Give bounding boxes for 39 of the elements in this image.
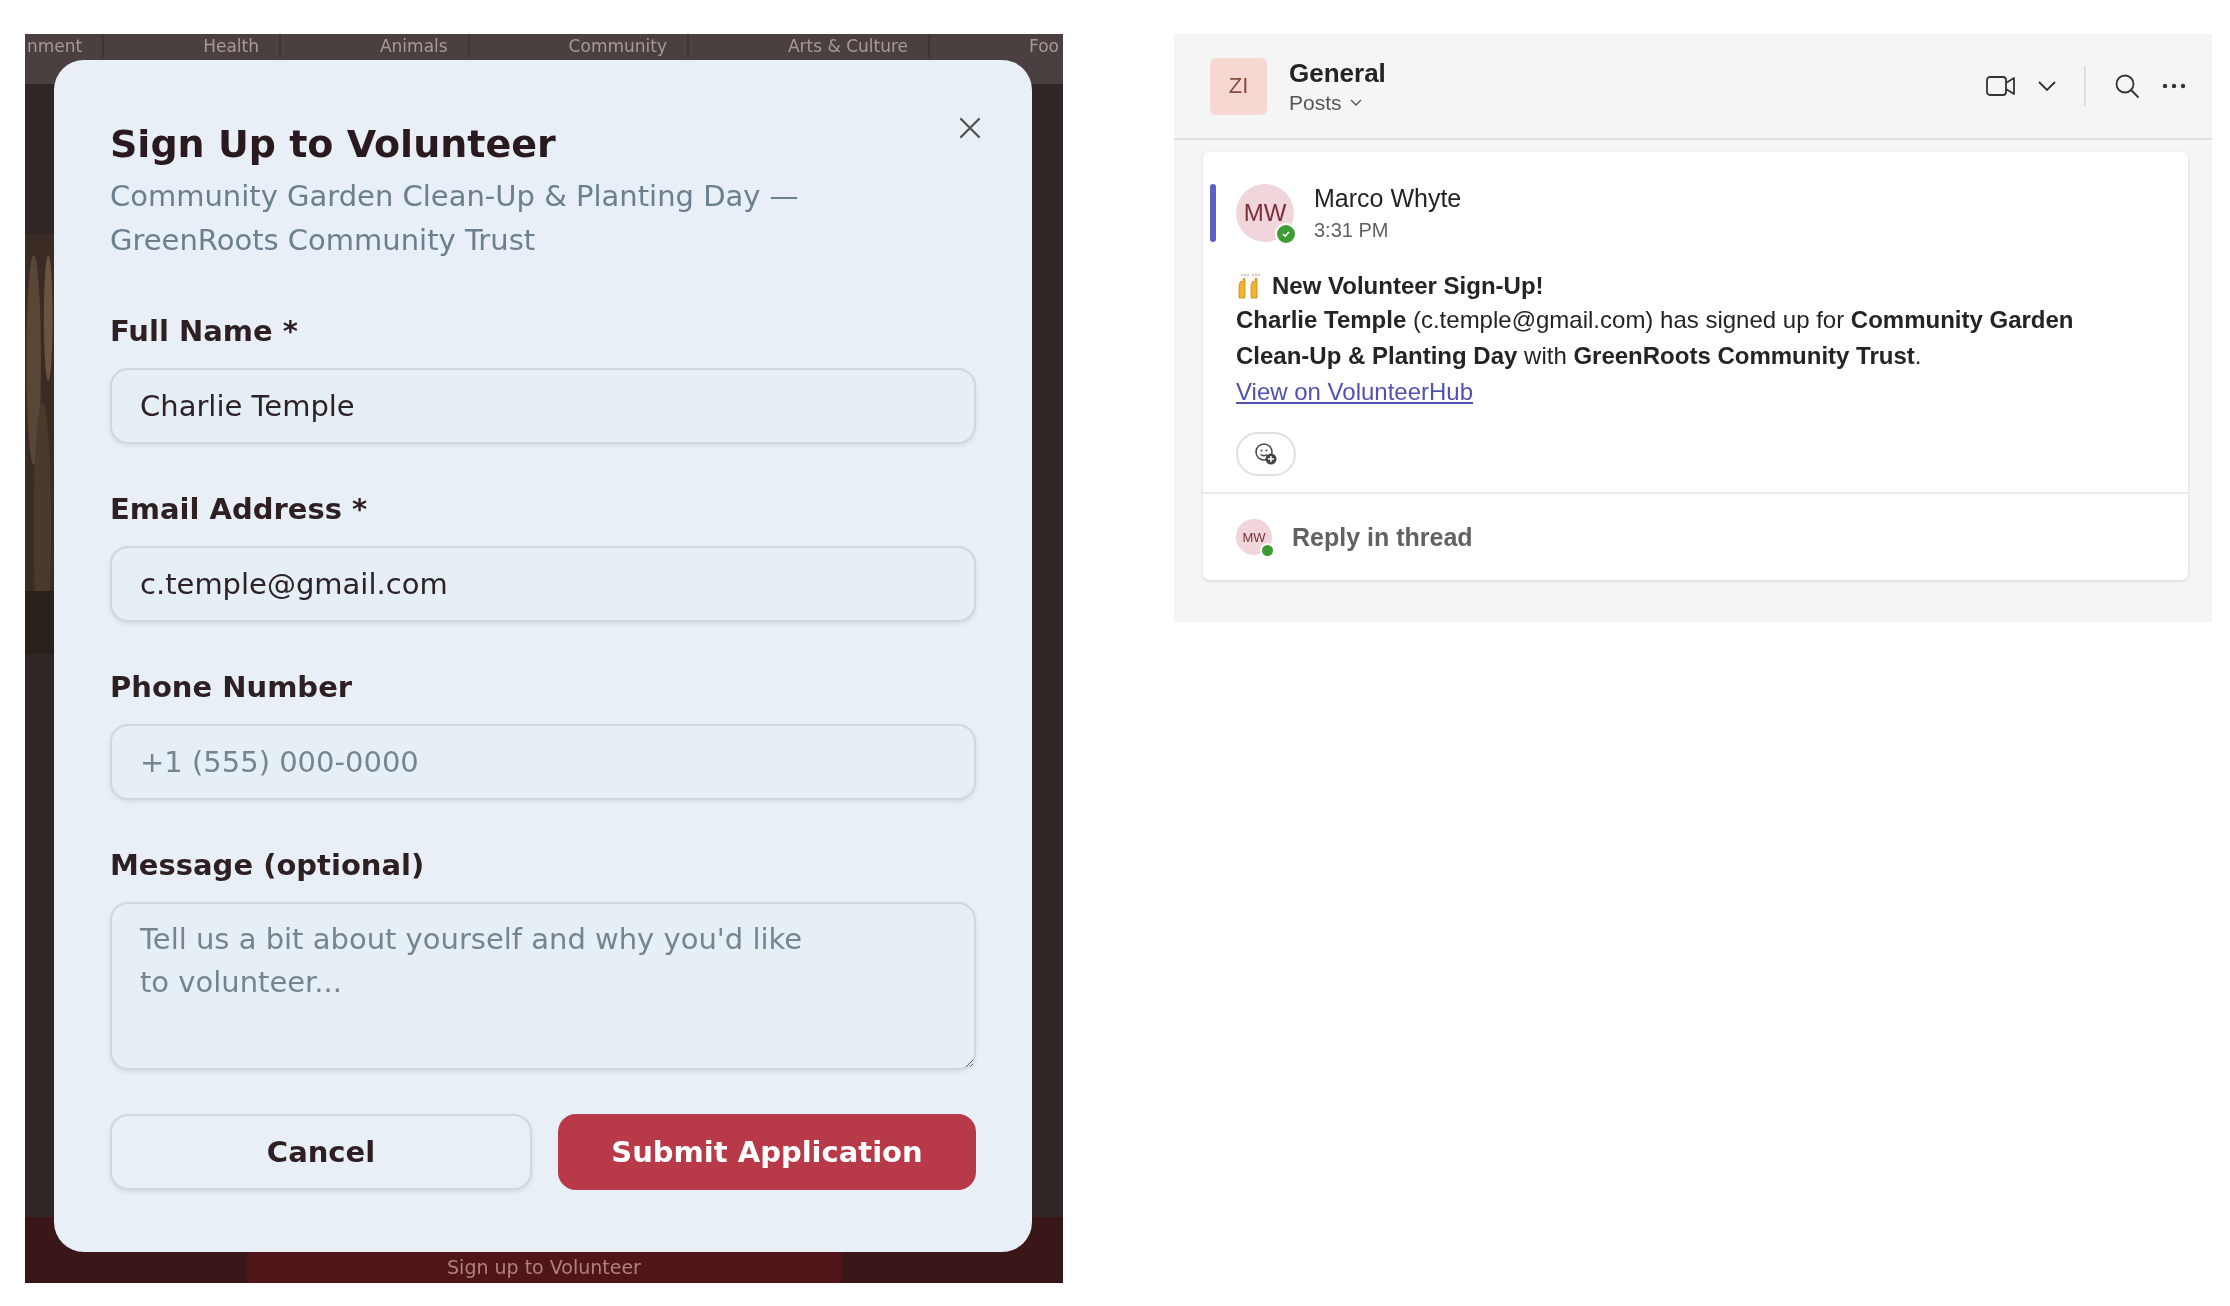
timestamp: 3:31 PM	[1314, 219, 1390, 242]
chevron-down-icon	[2038, 80, 2056, 92]
accent-bar	[1210, 184, 1216, 242]
input-field[interactable]: Charlie Temple	[110, 368, 976, 444]
search-icon	[2114, 73, 2140, 99]
dialog-title: Sign Up to Volunteer	[110, 122, 557, 166]
input-field[interactable]: c.temple@gmail.com	[110, 546, 976, 622]
chevron-down-icon	[1349, 98, 1362, 107]
cancel-button[interactable]: Cancel	[110, 1114, 532, 1190]
field-label: Message (optional)	[110, 848, 426, 882]
field-label: Full Name *	[110, 314, 299, 348]
nav-tab[interactable]: Health	[183, 34, 281, 58]
message-field[interactable]: Tell us a bit about yourself and why you'd like to volunteer...	[110, 902, 976, 1070]
nav-tab[interactable]: Arts & Culture	[767, 34, 931, 58]
submit-button[interactable]: Submit Application	[558, 1114, 976, 1190]
check-icon	[1281, 229, 1291, 239]
channel-avatar: ZI	[1210, 57, 1267, 115]
nav-tab[interactable]: Animals	[359, 34, 470, 58]
message-headline: New Volunteer Sign-Up!	[1272, 272, 1544, 300]
nav-tab[interactable]: Community	[548, 34, 689, 58]
nav-tab[interactable]: Foo	[1009, 34, 1063, 58]
dialog-subtitle: Community Garden Clean-Up & Planting Day — GreenRoots Community Trust	[110, 178, 800, 259]
nav-tab[interactable]: nment	[25, 34, 105, 58]
author-name: Marco Whyte	[1314, 184, 1462, 213]
avatar: MW	[1236, 184, 1294, 242]
smiley-plus-icon	[1254, 442, 1278, 466]
video-camera-icon	[1986, 75, 2016, 97]
add-reaction-button[interactable]	[1236, 432, 1296, 476]
posts-tab[interactable]: Posts	[1289, 90, 1386, 115]
field-label: Phone Number	[110, 670, 354, 704]
channel-name: General	[1289, 57, 1386, 89]
field-label: Email Address *	[110, 492, 369, 526]
reply-button[interactable]: Reply in thread	[1292, 522, 1473, 552]
avatar: MW	[1236, 519, 1272, 555]
more-icon	[2162, 83, 2186, 89]
link[interactable]: View on VolunteerHub	[1236, 374, 1474, 410]
input-field[interactable]: +1 (555) 000-0000	[110, 724, 976, 800]
close-icon	[958, 116, 982, 140]
message-text: Charlie Temple (c.temple@gmail.com) has signed up for Community Garden Clean-Up & Planting Day with GreenRoots Community Trust.	[1236, 305, 2075, 371]
